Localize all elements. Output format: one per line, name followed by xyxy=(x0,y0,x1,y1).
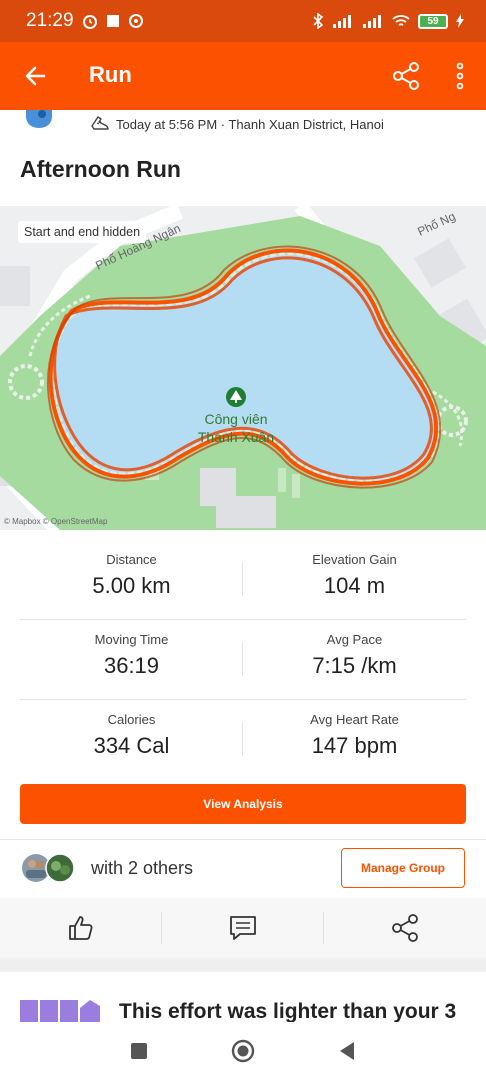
stats-row: Calories 334 Cal Avg Heart Rate 147 bpm xyxy=(20,700,466,780)
stat-avg-heart-rate: Avg Heart Rate 147 bpm xyxy=(243,700,466,780)
home-button[interactable] xyxy=(231,1039,255,1063)
stat-distance: Distance 5.00 km xyxy=(20,540,243,619)
charging-icon xyxy=(456,14,464,28)
more-options-button[interactable] xyxy=(450,60,470,92)
status-bar: 21:29 59 xyxy=(0,0,486,42)
group-row: with 2 others Manage Group xyxy=(0,840,486,898)
stat-value: 104 m xyxy=(323,573,386,598)
share-icon xyxy=(392,914,418,942)
route-map[interactable]: Phố Hoàng Ngân Phố Ng Công viên Thanh Xu… xyxy=(0,206,486,530)
stat-avg-pace: Avg Pace 7:15 /km xyxy=(243,620,466,699)
signal-icon-2 xyxy=(362,14,384,28)
activity-title: Afternoon Run xyxy=(20,156,181,182)
stat-moving-time: Moving Time 36:19 xyxy=(20,620,243,699)
section-separator xyxy=(0,958,486,972)
social-actions xyxy=(0,898,486,958)
stats-grid: Distance 5.00 km Elevation Gain 104 m Mo… xyxy=(20,540,466,780)
page-title: Run xyxy=(89,62,132,87)
system-nav-bar xyxy=(0,1022,486,1080)
triangle-back-icon xyxy=(340,1042,354,1060)
battery-icon: 59 xyxy=(418,13,448,29)
shoe-icon xyxy=(90,115,110,134)
stats-row: Moving Time 36:19 Avg Pace 7:15 /km xyxy=(20,620,466,700)
bluetooth-icon xyxy=(312,13,324,29)
app-notification-icon xyxy=(128,13,144,29)
arrow-left-icon xyxy=(25,66,46,86)
stat-label: Calories xyxy=(107,712,156,727)
stat-value: 7:15 /km xyxy=(312,653,397,678)
stat-calories: Calories 334 Cal xyxy=(20,700,243,780)
stat-value: 36:19 xyxy=(103,653,160,678)
app-bar: Run xyxy=(0,42,486,110)
map-attribution[interactable]: © Mapbox © OpenStreetMap xyxy=(4,517,107,526)
share-icon xyxy=(393,62,419,90)
stat-value: 147 bpm xyxy=(311,733,398,758)
map-park-label-2: Thanh Xuân xyxy=(198,429,274,445)
stat-label: Elevation Gain xyxy=(312,552,397,567)
activity-meta: Today at 5:56 PM · Thanh Xuan District, … xyxy=(0,110,486,140)
stat-label: Moving Time xyxy=(94,632,169,647)
stat-elevation-gain: Elevation Gain 104 m xyxy=(243,540,466,619)
share-button[interactable] xyxy=(390,60,422,92)
stat-divider xyxy=(242,562,243,596)
stat-label: Avg Pace xyxy=(326,632,383,647)
stat-divider xyxy=(242,642,243,676)
system-back-button[interactable] xyxy=(335,1039,359,1063)
comment-button[interactable] xyxy=(162,898,324,958)
stat-value: 334 Cal xyxy=(93,733,170,758)
comment-icon xyxy=(230,916,256,940)
activity-datetime-location: Today at 5:56 PM · Thanh Xuan District, … xyxy=(116,117,384,132)
stat-label: Avg Heart Rate xyxy=(310,712,399,727)
alarm-icon xyxy=(82,13,98,29)
notification-square-icon xyxy=(106,14,120,28)
home-circle-icon xyxy=(231,1039,255,1063)
stat-value: 5.00 km xyxy=(92,573,171,598)
insight-text: This effort was lighter than your 3 xyxy=(119,1000,457,1022)
group-avatars[interactable] xyxy=(20,852,80,884)
wifi-icon xyxy=(392,14,410,28)
square-icon xyxy=(131,1043,147,1059)
map-park-label-1: Công viên xyxy=(204,411,267,427)
recent-apps-button[interactable] xyxy=(127,1039,151,1063)
effort-insight[interactable]: This effort was lighter than your 3 xyxy=(0,972,486,1022)
status-time: 21:29 xyxy=(26,10,74,31)
group-with-others[interactable]: with 2 others xyxy=(91,858,193,879)
map-canvas: Phố Hoàng Ngân Phố Ng Công viên Thanh Xu… xyxy=(0,206,486,530)
view-analysis-button[interactable]: View Analysis xyxy=(20,784,466,824)
signal-icon xyxy=(332,14,354,28)
effort-chart-icon xyxy=(20,998,100,1022)
stat-divider xyxy=(242,722,243,756)
stats-row: Distance 5.00 km Elevation Gain 104 m xyxy=(20,540,466,620)
back-button[interactable] xyxy=(22,62,50,90)
kudos-button[interactable] xyxy=(0,898,162,958)
manage-group-button[interactable]: Manage Group xyxy=(341,848,465,888)
activity-type-avatar[interactable] xyxy=(22,110,56,130)
thumbs-up-icon xyxy=(69,916,93,940)
stat-label: Distance xyxy=(106,552,157,567)
map-privacy-badge: Start and end hidden xyxy=(18,221,147,243)
share-activity-button[interactable] xyxy=(324,898,486,958)
more-vertical-icon xyxy=(456,62,464,90)
